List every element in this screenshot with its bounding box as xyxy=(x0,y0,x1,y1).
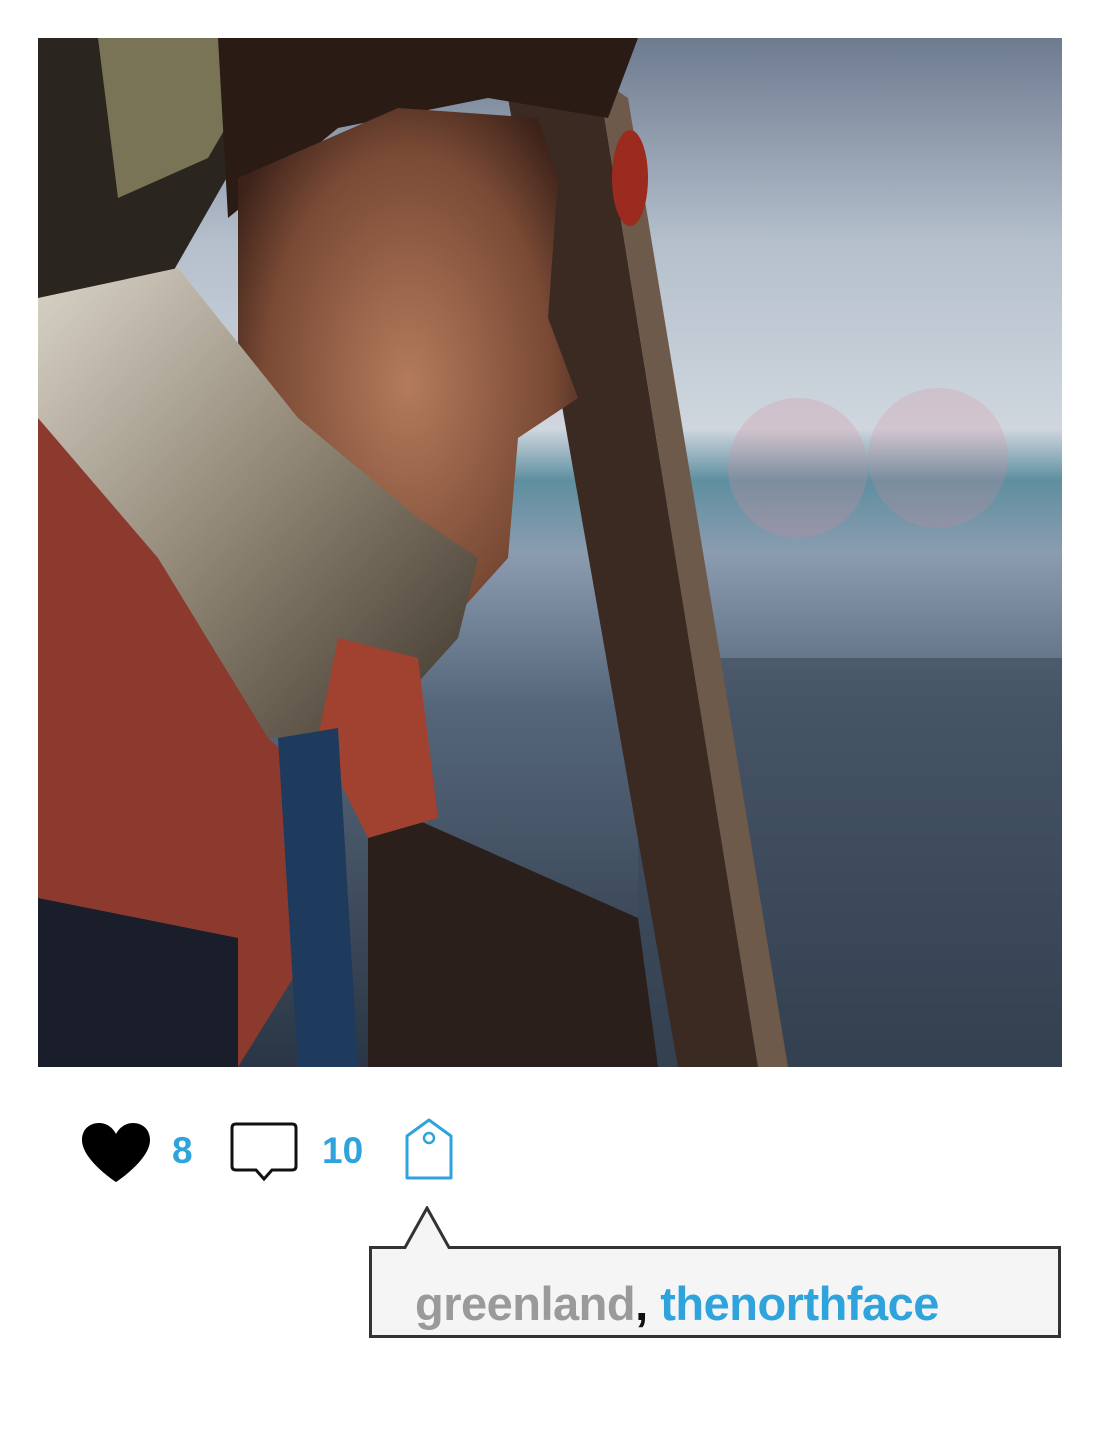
price-tag-icon[interactable] xyxy=(404,1118,454,1182)
post-photo[interactable] xyxy=(38,38,1062,1067)
photo-illustration xyxy=(38,38,1062,1067)
speech-bubble-icon[interactable] xyxy=(230,1122,298,1182)
tags-popover: greenland, thenorthface xyxy=(369,1206,1061,1338)
heart-icon[interactable] xyxy=(80,1122,152,1184)
tag-thenorthface[interactable]: thenorthface xyxy=(660,1277,939,1330)
post-actions-bar: 8 10 xyxy=(80,1118,500,1182)
tag-greenland[interactable]: greenland xyxy=(415,1277,636,1330)
like-count[interactable]: 8 xyxy=(172,1130,193,1172)
tag-separator: , xyxy=(635,1277,661,1330)
comment-count[interactable]: 10 xyxy=(322,1130,363,1172)
tag-list: greenland, thenorthface xyxy=(415,1276,939,1331)
